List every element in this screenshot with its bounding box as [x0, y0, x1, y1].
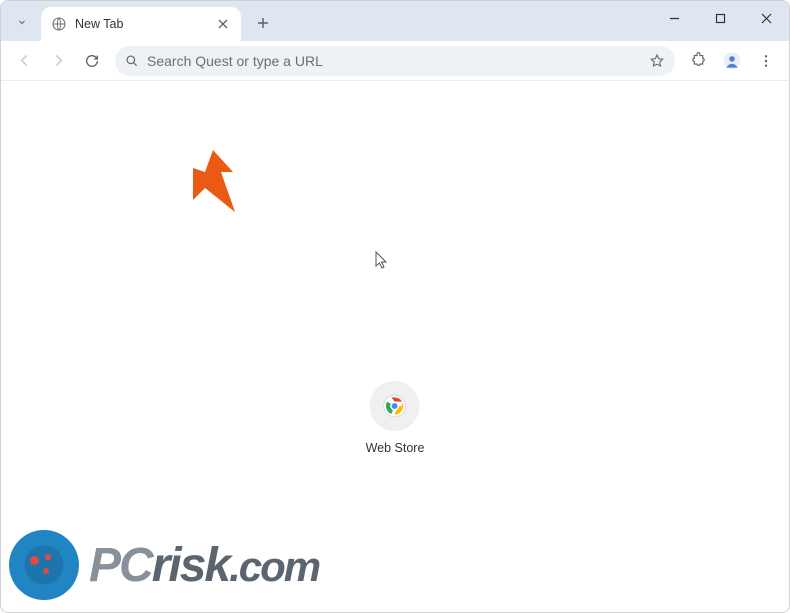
- titlebar: New Tab: [1, 1, 789, 41]
- close-icon: [761, 13, 772, 24]
- shortcut-web-store[interactable]: Web Store: [366, 381, 425, 455]
- chevron-down-icon: [16, 16, 28, 28]
- arrow-left-icon: [16, 52, 33, 69]
- watermark-pc: PC: [89, 539, 152, 592]
- minimize-icon: [669, 13, 680, 24]
- watermark-risk: risk: [152, 539, 229, 592]
- arrow-right-icon: [50, 52, 67, 69]
- shortcut-label: Web Store: [366, 441, 425, 455]
- annotation-arrow-icon: [179, 148, 249, 228]
- address-bar[interactable]: [115, 46, 675, 76]
- watermark: PCrisk.com: [9, 530, 319, 600]
- maximize-icon: [715, 13, 726, 24]
- puzzle-icon: [690, 52, 707, 69]
- reload-icon: [84, 53, 100, 69]
- plus-icon: [257, 17, 269, 29]
- browser-window: New Tab: [0, 0, 790, 613]
- watermark-text: PCrisk.com: [89, 538, 319, 593]
- window-controls: [651, 1, 789, 35]
- reload-button[interactable]: [77, 46, 107, 76]
- address-input[interactable]: [147, 53, 641, 69]
- tab-title: New Tab: [75, 17, 207, 31]
- shortcut-tile: [370, 381, 420, 431]
- menu-button[interactable]: [751, 46, 781, 76]
- globe-icon: [51, 16, 67, 32]
- active-tab[interactable]: New Tab: [41, 7, 241, 41]
- tab-search-button[interactable]: [9, 9, 35, 35]
- maximize-button[interactable]: [697, 1, 743, 35]
- person-icon: [722, 51, 742, 71]
- kebab-icon: [758, 53, 774, 69]
- bookmark-star-icon[interactable]: [649, 53, 665, 69]
- close-window-button[interactable]: [743, 1, 789, 35]
- search-icon: [125, 54, 139, 68]
- new-tab-button[interactable]: [249, 9, 277, 37]
- extensions-button[interactable]: [683, 46, 713, 76]
- profile-button[interactable]: [717, 46, 747, 76]
- webstore-icon: [382, 393, 408, 419]
- watermark-badge-icon: [9, 530, 79, 600]
- forward-button[interactable]: [43, 46, 73, 76]
- back-button[interactable]: [9, 46, 39, 76]
- minimize-button[interactable]: [651, 1, 697, 35]
- toolbar: [1, 41, 789, 81]
- close-icon: [218, 19, 228, 29]
- watermark-com: .com: [229, 543, 319, 590]
- new-tab-page: Web Store PCrisk.com: [1, 81, 789, 612]
- cursor-icon: [375, 251, 389, 269]
- tab-close-button[interactable]: [215, 16, 231, 32]
